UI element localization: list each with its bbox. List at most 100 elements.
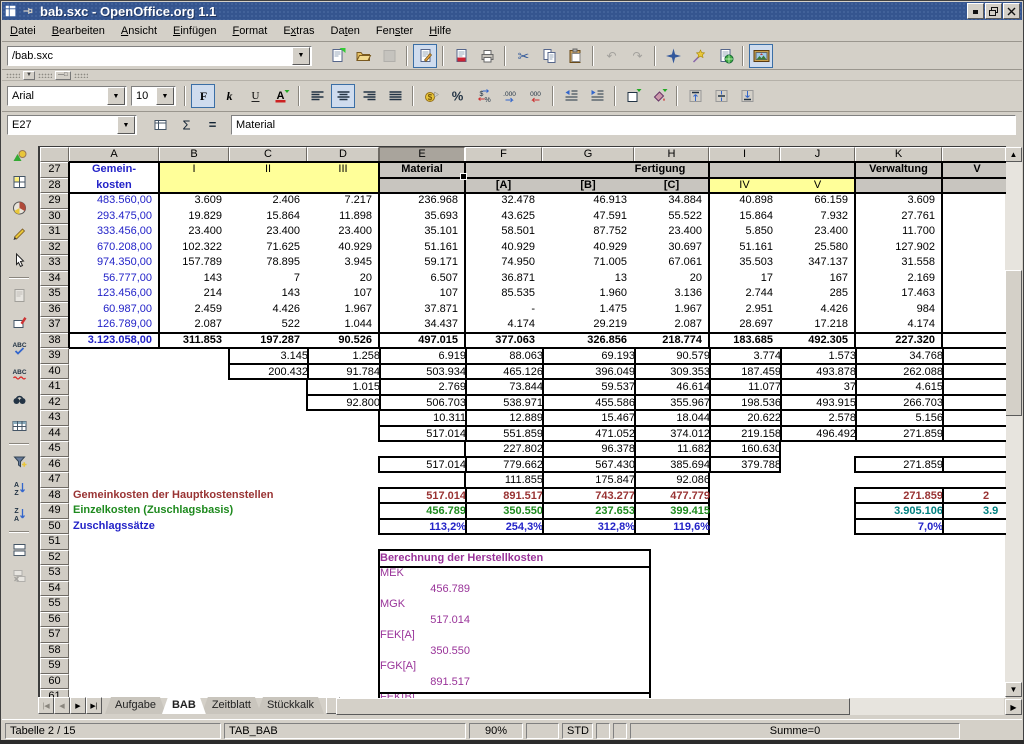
cell-D33[interactable]: 3.945 xyxy=(307,255,379,271)
stylist-icon[interactable] xyxy=(687,44,711,68)
cell-J41[interactable]: 37 xyxy=(781,380,863,394)
row-header-37[interactable]: 37 xyxy=(40,317,69,333)
align-justify-icon[interactable] xyxy=(383,84,407,108)
cell-K34[interactable]: 2.169 xyxy=(855,271,942,287)
minimize-button[interactable] xyxy=(967,3,984,19)
cell-H36[interactable]: 1.967 xyxy=(634,302,709,318)
toolbar-grip[interactable] xyxy=(74,73,88,78)
row-header-48[interactable]: 48 xyxy=(40,488,69,504)
cell-A29[interactable]: 483.560,00 xyxy=(69,193,159,209)
row-header-38[interactable]: 38 xyxy=(40,333,69,349)
cell-H43[interactable]: 18.044 xyxy=(635,411,717,425)
cell-I46[interactable]: 379.788 xyxy=(710,458,788,472)
row-header-60[interactable]: 60 xyxy=(40,674,69,690)
cell-K36[interactable]: 984 xyxy=(855,302,942,318)
cell-D40[interactable]: 91.784 xyxy=(308,365,387,379)
chevron-down-icon[interactable]: ▼ xyxy=(117,116,135,134)
cell-E33[interactable]: 59.171 xyxy=(379,255,465,271)
align-top-icon[interactable] xyxy=(683,84,707,108)
select-all-corner[interactable] xyxy=(40,147,69,162)
sort-descending-icon[interactable]: ZA xyxy=(7,502,31,526)
print-icon[interactable] xyxy=(475,44,499,68)
column-header-G[interactable]: G xyxy=(542,147,634,162)
spellcheck-icon[interactable]: ABC xyxy=(7,336,31,360)
cell-J39[interactable]: 1.573 xyxy=(781,349,863,363)
split-window-icon[interactable] xyxy=(7,538,31,562)
open-folder-icon[interactable] xyxy=(351,44,375,68)
row-header-42[interactable]: 42 xyxy=(40,395,69,411)
cell-D37[interactable]: 1.044 xyxy=(307,317,379,333)
cell-G40[interactable]: 396.049 xyxy=(543,365,642,379)
row-header-53[interactable]: 53 xyxy=(40,565,69,581)
menu-format[interactable]: Format xyxy=(224,23,275,39)
font-size-combobox[interactable]: 10 ▼ xyxy=(131,86,176,106)
cell-G39[interactable]: 69.193 xyxy=(543,349,642,363)
align-bottom-icon[interactable] xyxy=(735,84,759,108)
cell-E42[interactable]: 506.703 xyxy=(380,396,473,410)
cell-H34[interactable]: 20 xyxy=(634,271,709,287)
cell-G29[interactable]: 46.913 xyxy=(542,193,634,209)
cell-D39[interactable]: 1.258 xyxy=(308,349,387,363)
cell-I34[interactable]: 17 xyxy=(709,271,780,287)
row-header-34[interactable]: 34 xyxy=(40,271,69,287)
row-header-39[interactable]: 39 xyxy=(40,348,69,364)
cell-I35[interactable]: 2.744 xyxy=(709,286,780,302)
cell-I33[interactable]: 35.503 xyxy=(709,255,780,271)
row-header-40[interactable]: 40 xyxy=(40,364,69,380)
scroll-down-button[interactable]: ▼ xyxy=(1005,682,1022,697)
cell-I31[interactable]: 5.850 xyxy=(709,224,780,240)
menu-daten[interactable]: Daten xyxy=(323,23,368,39)
cell-F37[interactable]: 4.174 xyxy=(465,317,542,333)
cell-H33[interactable]: 67.061 xyxy=(634,255,709,271)
cell-L39[interactable] xyxy=(943,349,1006,363)
cell-A32[interactable]: 670.208,00 xyxy=(69,240,159,256)
cell-H29[interactable]: 34.884 xyxy=(634,193,709,209)
underline-icon[interactable]: U xyxy=(243,84,267,108)
cell-H50[interactable]: 119,6% xyxy=(635,520,717,534)
herstellkosten-box[interactable]: Berechnung der HerstellkostenMEK456.789M… xyxy=(378,549,651,699)
cell-H37[interactable]: 2.087 xyxy=(634,317,709,333)
bold-icon[interactable]: F xyxy=(191,84,215,108)
cell-H40[interactable]: 309.353 xyxy=(635,365,717,379)
cell-H44[interactable]: 374.012 xyxy=(635,427,717,441)
cell-F43[interactable]: 12.889 xyxy=(466,411,550,425)
sheet-tab-bab[interactable]: BAB xyxy=(162,697,206,714)
cell-C40[interactable]: 200.432 xyxy=(230,365,315,379)
menu-hilfe[interactable]: Hilfe xyxy=(421,23,459,39)
cell-G33[interactable]: 71.005 xyxy=(542,255,634,271)
toolbar-grip[interactable] xyxy=(6,73,20,78)
cell-E34[interactable]: 6.507 xyxy=(379,271,465,287)
navigator-icon[interactable] xyxy=(661,44,685,68)
vertical-scrollbar-thumb[interactable] xyxy=(1005,270,1022,416)
cell-K50[interactable]: 7,0% xyxy=(856,520,950,534)
cell-D36[interactable]: 1.967 xyxy=(307,302,379,318)
cell-H45[interactable]: 11.682 xyxy=(635,442,717,456)
cell-C29[interactable]: 2.406 xyxy=(229,193,307,209)
new-document-icon[interactable] xyxy=(325,44,349,68)
horizontal-scrollbar-track[interactable] xyxy=(850,698,1004,715)
cell-K42[interactable]: 266.703 xyxy=(856,396,950,410)
row-header-29[interactable]: 29 xyxy=(40,193,69,209)
cell-G50[interactable]: 312,8% xyxy=(543,520,642,534)
column-header-right[interactable] xyxy=(942,147,1006,162)
cell-G34[interactable]: 13 xyxy=(542,271,634,287)
cell-C35[interactable]: 143 xyxy=(229,286,307,302)
collapse-formulabar-icon[interactable]: ▼ xyxy=(23,71,35,80)
cell-K41[interactable]: 4.615 xyxy=(856,380,950,394)
cell-K30[interactable]: 27.761 xyxy=(855,209,942,225)
cell-I43[interactable]: 20.622 xyxy=(710,411,788,425)
cell-I37[interactable]: 28.697 xyxy=(709,317,780,333)
cell-B35[interactable]: 214 xyxy=(159,286,229,302)
column-header-B[interactable]: B xyxy=(159,147,229,162)
cell-E44[interactable]: 517.014 xyxy=(380,427,473,441)
cell-D29[interactable]: 7.217 xyxy=(307,193,379,209)
column-header-H[interactable]: H xyxy=(634,147,709,162)
form-controls-icon[interactable] xyxy=(7,248,31,272)
cell-I38[interactable]: 183.685 xyxy=(709,333,780,349)
cell-J43[interactable]: 2.578 xyxy=(781,411,863,425)
toolbar-grip[interactable] xyxy=(38,73,52,78)
cell-B37[interactable]: 2.087 xyxy=(159,317,229,333)
cell-L44[interactable] xyxy=(943,427,1006,441)
cell-F47[interactable]: 111.855 xyxy=(466,473,550,487)
close-button[interactable] xyxy=(1003,3,1020,19)
